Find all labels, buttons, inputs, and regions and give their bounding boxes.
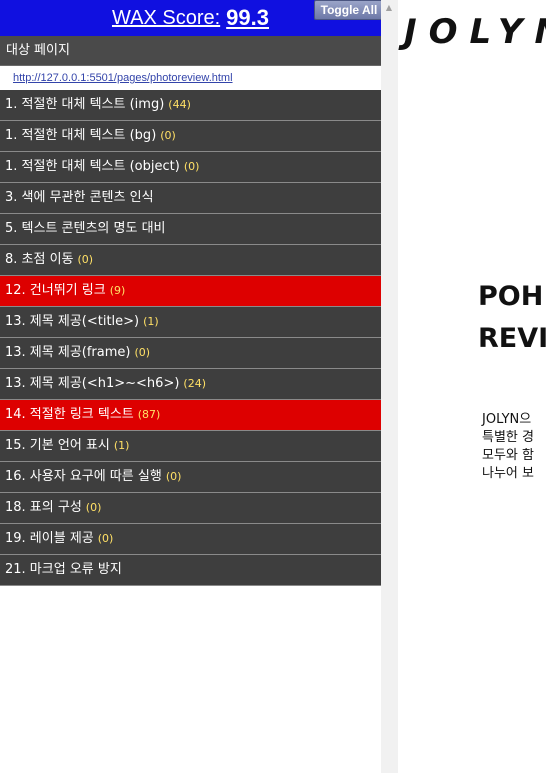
check-item-count: (1) bbox=[113, 439, 130, 452]
check-item[interactable]: 1. 적절한 대체 텍스트 (img) (44) bbox=[0, 90, 381, 121]
check-item[interactable]: 8. 초점 이동 (0) bbox=[0, 245, 381, 276]
check-item[interactable]: 12. 건너뛰기 링크 (9) bbox=[0, 276, 381, 307]
check-item-label: 8. 초점 이동 bbox=[5, 252, 74, 267]
wax-panel: WAX Score: 99.3 대상 페이지 http://127.0.0.1:… bbox=[0, 0, 381, 773]
check-item-label: 13. 제목 제공(frame) bbox=[5, 345, 131, 360]
check-item-count: (87) bbox=[137, 408, 161, 421]
check-item[interactable]: 5. 텍스트 콘텐츠의 명도 대비 bbox=[0, 214, 381, 245]
check-item-count: (1) bbox=[143, 315, 159, 328]
target-url-row: http://127.0.0.1:5501/pages/photoreview.… bbox=[0, 66, 381, 90]
check-item-label: 1. 적절한 대체 텍스트 (bg) bbox=[5, 128, 157, 143]
check-item[interactable]: 13. 제목 제공(<title>) (1) bbox=[0, 307, 381, 338]
check-item[interactable]: 1. 적절한 대체 텍스트 (bg) (0) bbox=[0, 121, 381, 152]
wax-score-label: WAX Score: bbox=[111, 6, 221, 29]
check-item-count: (0) bbox=[77, 253, 94, 266]
check-item-count: (0) bbox=[85, 501, 102, 514]
check-item[interactable]: 14. 적절한 링크 텍스트 (87) bbox=[0, 400, 381, 431]
target-page-label: 대상 페이지 bbox=[0, 36, 381, 66]
scrollbar[interactable] bbox=[381, 0, 398, 773]
check-item-count: (0) bbox=[165, 470, 182, 483]
check-item[interactable]: 13. 제목 제공(<h1>~<h6>) (24) bbox=[0, 369, 381, 400]
check-item-label: 1. 적절한 대체 텍스트 (object) bbox=[5, 159, 180, 174]
check-item-count: (0) bbox=[134, 346, 151, 359]
check-item[interactable]: 15. 기본 언어 표시 (1) bbox=[0, 431, 381, 462]
scroll-up-arrow-icon[interactable]: ▲ bbox=[383, 3, 395, 13]
check-item[interactable]: 18. 표의 구성 (0) bbox=[0, 493, 381, 524]
check-item-label: 12. 건너뛰기 링크 bbox=[5, 283, 106, 298]
check-item-label: 13. 제목 제공(<h1>~<h6>) bbox=[5, 376, 180, 391]
check-item[interactable]: 3. 색에 무관한 콘텐츠 인식 bbox=[0, 183, 381, 214]
check-item-label: 1. 적절한 대체 텍스트 (img) bbox=[5, 97, 165, 112]
check-item[interactable]: 19. 레이블 제공 (0) bbox=[0, 524, 381, 555]
page-heading: POH REVI bbox=[478, 281, 546, 354]
check-item-label: 5. 텍스트 콘텐츠의 명도 대비 bbox=[5, 221, 166, 236]
check-item-label: 3. 색에 무관한 콘텐츠 인식 bbox=[5, 190, 154, 205]
check-item-count: (44) bbox=[168, 98, 191, 111]
check-item-label: 21. 마크업 오류 방지 bbox=[5, 562, 122, 577]
check-item-label: 13. 제목 제공(<title>) bbox=[5, 314, 140, 329]
check-item[interactable]: 1. 적절한 대체 텍스트 (object) (0) bbox=[0, 152, 381, 183]
check-item-count: (0) bbox=[97, 532, 114, 545]
brand-logo[interactable]: JOLYN bbox=[404, 12, 546, 52]
check-item-label: 16. 사용자 요구에 따른 실행 bbox=[5, 469, 162, 484]
check-item-list: 1. 적절한 대체 텍스트 (img) (44) 1. 적절한 대체 텍스트 (bg… bbox=[0, 90, 381, 586]
target-url-link[interactable]: http://127.0.0.1:5501/pages/photoreview.… bbox=[13, 72, 233, 84]
wax-score-value: 99.3 bbox=[226, 5, 269, 30]
page-intro-text: JOLYN으 특별한 경 모두와 함 나누어 보 bbox=[482, 412, 534, 481]
check-item[interactable]: 21. 마크업 오류 방지 bbox=[0, 555, 381, 586]
check-item[interactable]: 16. 사용자 요구에 따른 실행 (0) bbox=[0, 462, 381, 493]
check-item-label: 19. 레이블 제공 bbox=[5, 531, 94, 546]
check-item-label: 18. 표의 구성 bbox=[5, 500, 82, 515]
check-item-count: (24) bbox=[183, 377, 206, 390]
toggle-all-button[interactable]: Toggle All bbox=[314, 0, 384, 20]
check-item-label: 15. 기본 언어 표시 bbox=[5, 438, 110, 453]
check-item-count: (0) bbox=[160, 129, 176, 142]
check-item-count: (0) bbox=[183, 160, 200, 173]
check-item[interactable]: 13. 제목 제공(frame) (0) bbox=[0, 338, 381, 369]
check-item-label: 14. 적절한 링크 텍스트 bbox=[5, 407, 134, 422]
page-content: JOLYN POH REVI JOLYN으 특별한 경 모두와 함 나누어 보 bbox=[398, 0, 546, 773]
check-item-count: (9) bbox=[109, 284, 126, 297]
